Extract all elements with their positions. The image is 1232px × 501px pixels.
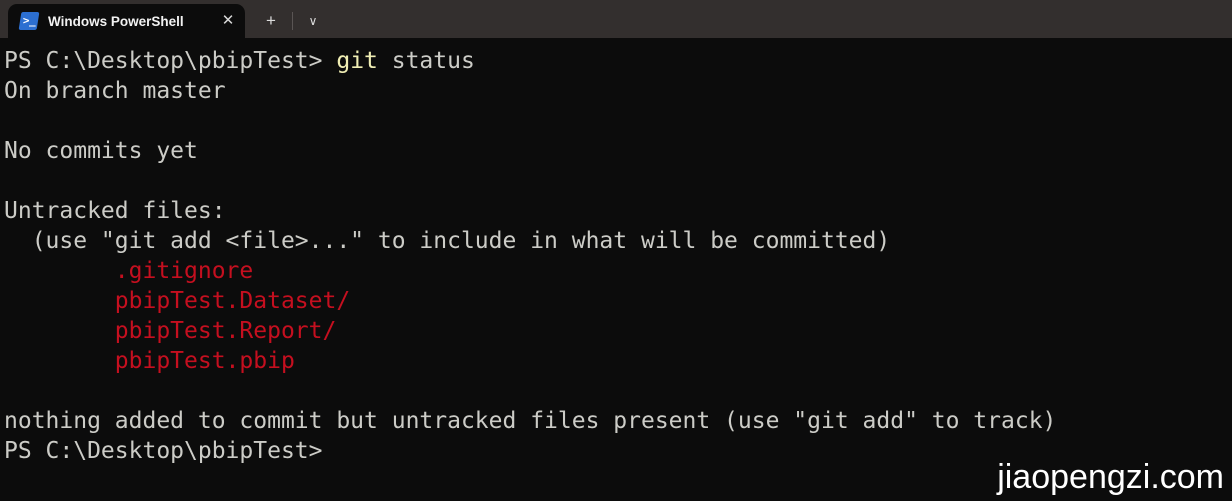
terminal-segment: No commits yet (4, 138, 198, 164)
powershell-icon-glyph: >_ (22, 14, 36, 27)
terminal-segment: pbipTest.Dataset/ (4, 288, 351, 314)
terminal-line-untracked-file-2: pbipTest.Dataset/ (4, 286, 1232, 316)
terminal-segment: pbipTest.Report/ (4, 318, 337, 344)
terminal-line-untracked-file-4: pbipTest.pbip (4, 346, 1232, 376)
terminal-line-no-commits-line: No commits yet (4, 136, 1232, 166)
terminal-segment: PS C:\Desktop\pbipTest> (4, 48, 337, 74)
new-tab-icon[interactable]: + (253, 4, 289, 38)
terminal-segment: pbipTest.pbip (4, 348, 295, 374)
terminal-segment: Untracked files: (4, 198, 226, 224)
tab-title-label: Windows PowerShell (48, 13, 184, 29)
terminal-line-summary-line: nothing added to commit but untracked fi… (4, 406, 1232, 436)
terminal-segment: nothing added to commit but untracked fi… (4, 408, 1057, 434)
terminal-line-prompt-command: PS C:\Desktop\pbipTest> git status (4, 46, 1232, 76)
tabbar-controls: + ∨ (253, 4, 330, 38)
tab-windows-powershell[interactable]: >_ Windows PowerShell ✕ (8, 4, 245, 38)
title-bar: >_ Windows PowerShell ✕ + ∨ (0, 0, 1232, 38)
chevron-down-icon[interactable]: ∨ (296, 4, 330, 38)
terminal-line-untracked-header: Untracked files: (4, 196, 1232, 226)
terminal-line-blank-2 (4, 166, 1232, 196)
terminal-segment: PS C:\Desktop\pbipTest> (4, 438, 323, 464)
terminal-line-blank-3 (4, 376, 1232, 406)
terminal-segment: (use "git add <file>..." to include in w… (4, 228, 891, 254)
terminal-lines: PS C:\Desktop\pbipTest> git status On bra… (4, 46, 1232, 466)
terminal-line-untracked-file-3: pbipTest.Report/ (4, 316, 1232, 346)
watermark: jiaopengzi.com (997, 458, 1224, 496)
terminal-segment: status (377, 48, 475, 74)
terminal-line-untracked-hint: (use "git add <file>..." to include in w… (4, 226, 1232, 256)
terminal-line-untracked-file-1: .gitignore (4, 256, 1232, 286)
powershell-window: >_ Windows PowerShell ✕ + ∨ PS C:\Deskto… (0, 0, 1232, 501)
terminal-segment: git (336, 48, 378, 74)
terminal-line-blank-1 (4, 106, 1232, 136)
terminal-segment: On branch master (4, 78, 226, 104)
terminal-segment: .gitignore (4, 258, 254, 284)
close-icon[interactable]: ✕ (211, 4, 245, 38)
powershell-icon: >_ (18, 12, 40, 30)
tabbar-separator (292, 12, 293, 30)
terminal-line-branch-line: On branch master (4, 76, 1232, 106)
terminal-output[interactable]: PS C:\Desktop\pbipTest> git status On bra… (0, 38, 1232, 501)
